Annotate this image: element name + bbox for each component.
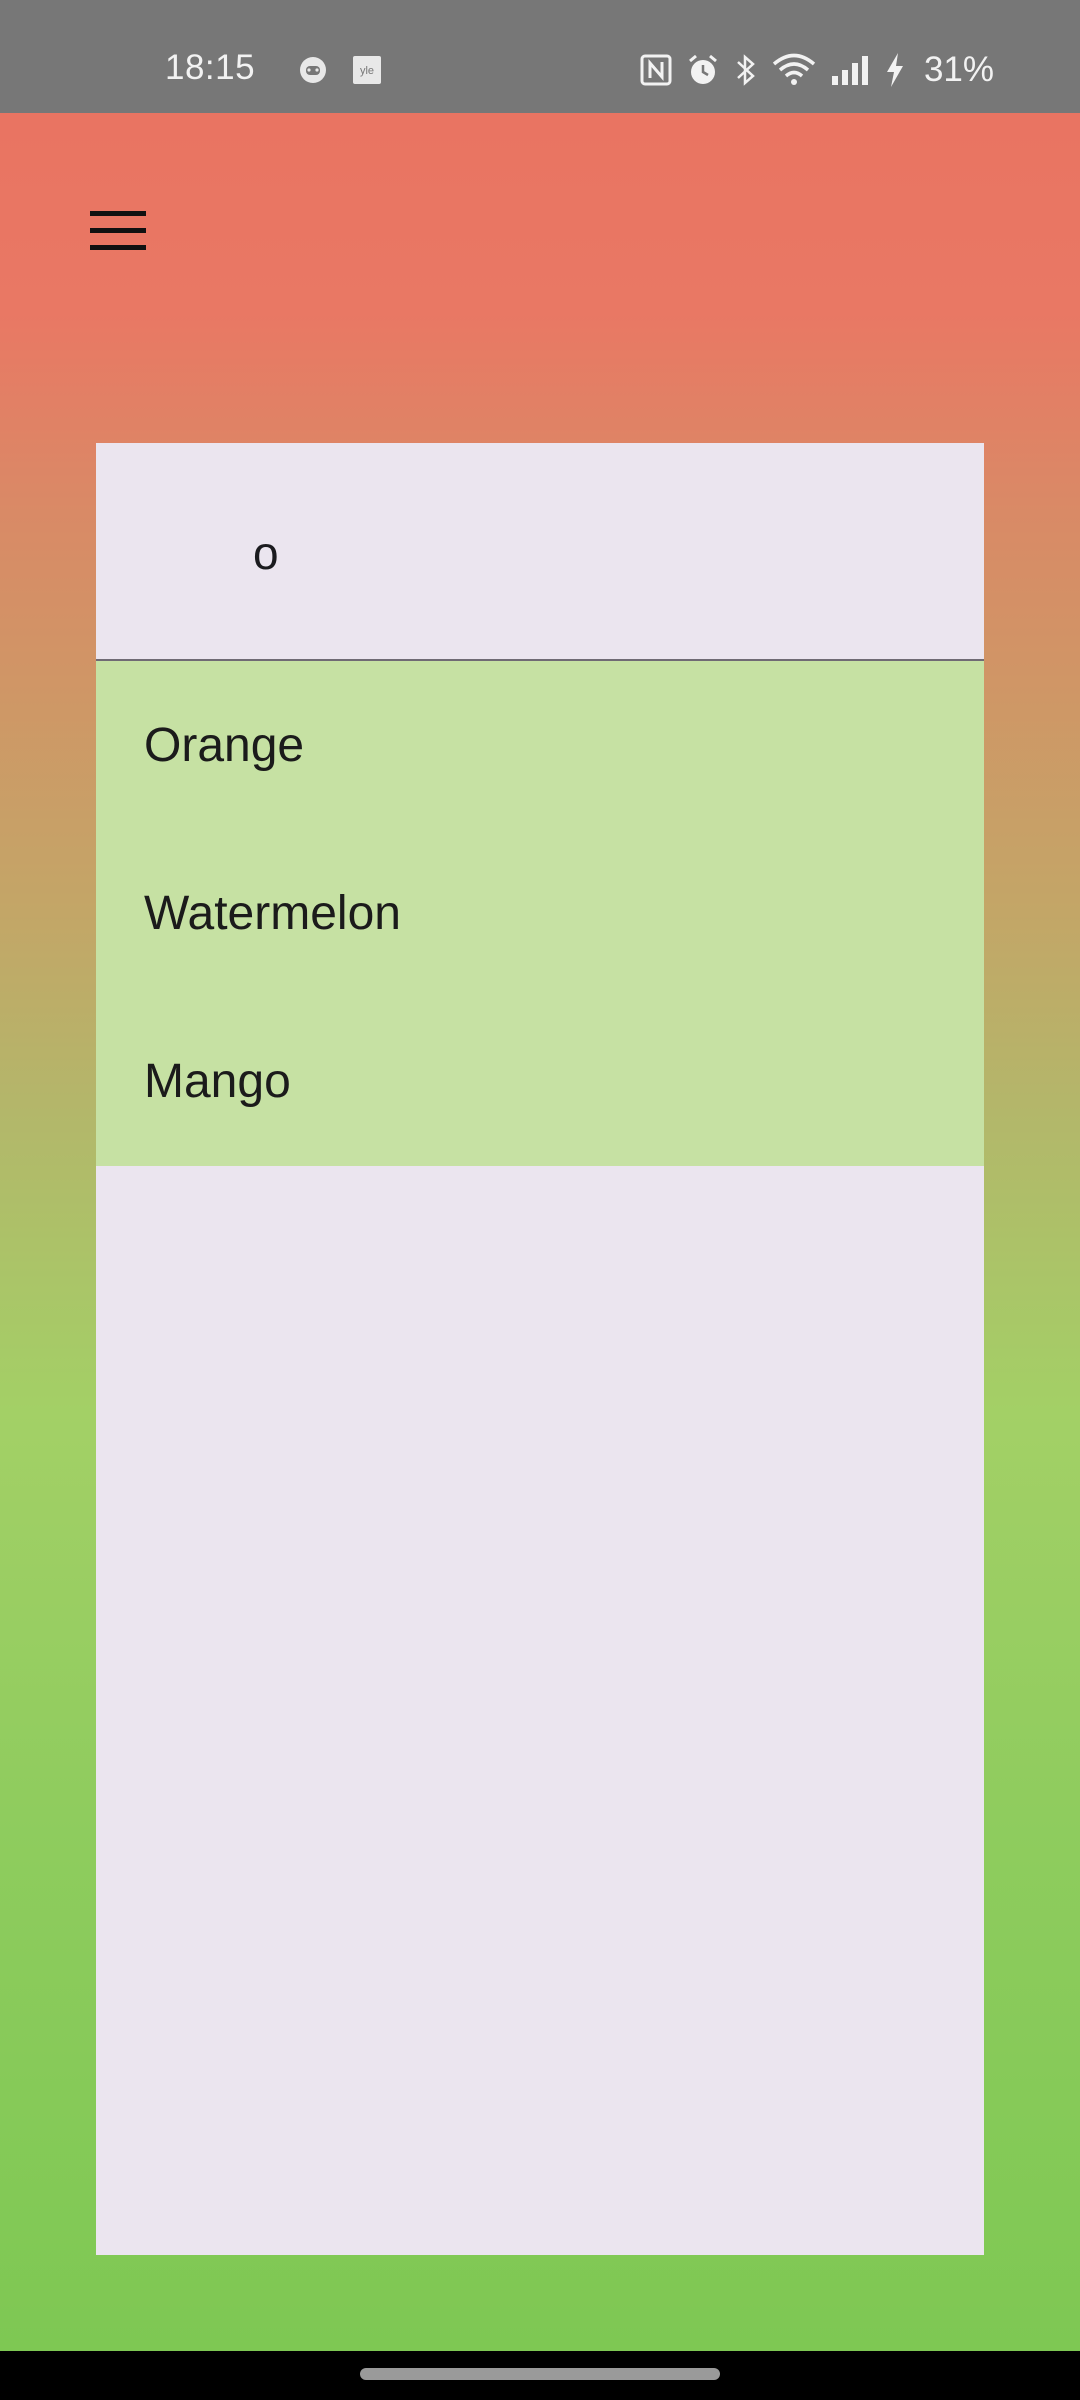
- suggestion-list: Orange Watermelon Mango: [96, 661, 984, 1166]
- suggestion-item-watermelon[interactable]: Watermelon: [96, 829, 984, 997]
- menu-bar-line: [90, 227, 146, 233]
- bluetooth-icon: [737, 54, 755, 86]
- charging-icon: [886, 53, 903, 87]
- svg-text:yle: yle: [360, 65, 374, 77]
- nfc-icon: [640, 54, 672, 86]
- menu-bar-line: [90, 210, 146, 216]
- alarm-icon: [688, 54, 717, 84]
- navigation-bar: [0, 2351, 1080, 2400]
- status-bar: 18:15 yle 31%: [0, 0, 1080, 113]
- suggestion-item-mango[interactable]: Mango: [96, 997, 984, 1165]
- suggestion-item-orange[interactable]: Orange: [96, 661, 984, 829]
- yle-app-icon: yle: [353, 56, 381, 84]
- signal-icon: [831, 56, 868, 85]
- search-field[interactable]: [96, 443, 984, 661]
- wifi-icon: [772, 53, 816, 85]
- hamburger-menu-icon[interactable]: [80, 195, 152, 265]
- status-time: 18:15: [165, 48, 256, 87]
- search-card: Orange Watermelon Mango: [96, 443, 984, 2255]
- battery-percentage: 31%: [923, 50, 994, 89]
- game-controller-icon: [300, 57, 326, 83]
- status-icons: 31%: [640, 50, 994, 90]
- search-input[interactable]: [251, 525, 855, 581]
- menu-bar-line: [90, 244, 146, 250]
- home-indicator[interactable]: [360, 2368, 720, 2380]
